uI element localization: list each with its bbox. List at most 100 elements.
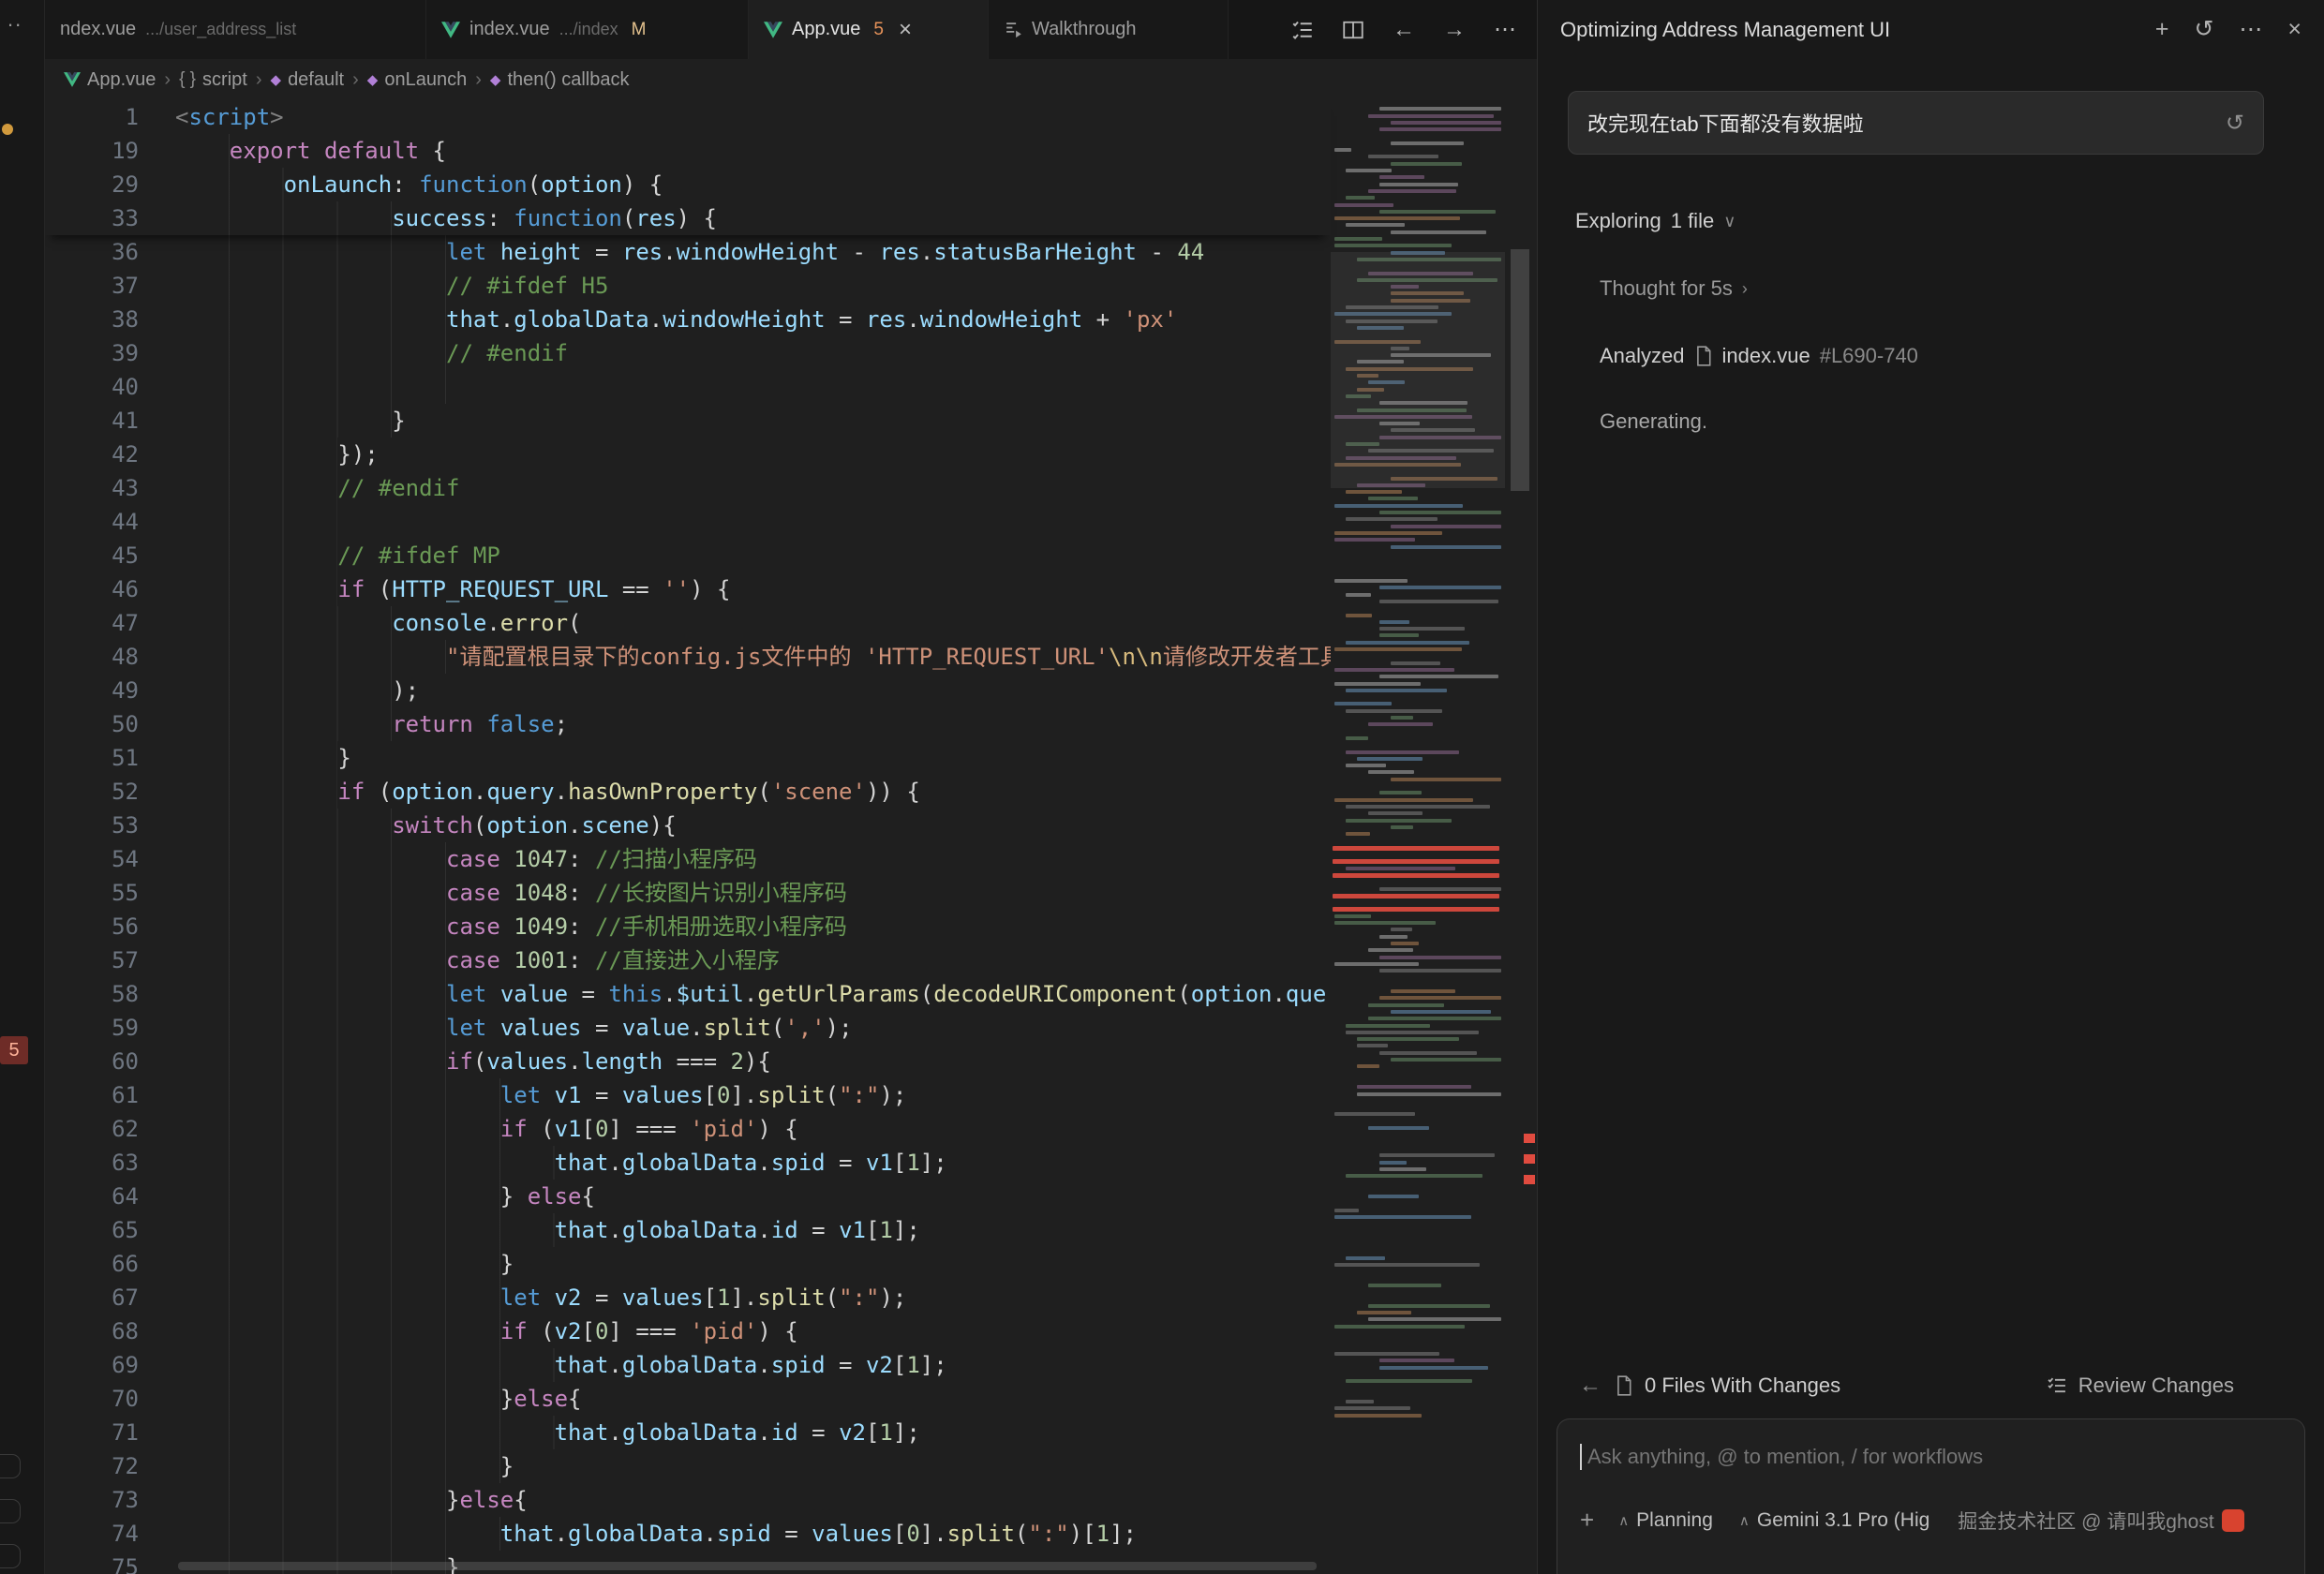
mode-selector[interactable]: ∧ Planning — [1618, 1509, 1713, 1532]
navigate-back-icon[interactable]: ← — [1393, 17, 1415, 43]
minimap-line — [1346, 819, 1452, 823]
minimap-line — [1346, 641, 1469, 645]
code-line[interactable]: 58let value = this.$util.getUrlParams(de… — [45, 977, 1331, 1011]
code-line[interactable]: 55case 1048: //长按图片识别小程序码 — [45, 876, 1331, 910]
code-line[interactable]: 61let v1 = values[0].split(":"); — [45, 1078, 1331, 1112]
code-line[interactable]: 29onLaunch: function(option) { — [45, 168, 1331, 201]
chat-input-box[interactable]: Ask anything, @ to mention, / for workfl… — [1557, 1418, 2305, 1574]
minimap-line — [1334, 668, 1454, 672]
minimap-line — [1357, 1044, 1388, 1047]
code-line[interactable]: 49); — [45, 674, 1331, 707]
code-line[interactable]: 47console.error( — [45, 606, 1331, 640]
code-line[interactable]: 1<script> — [45, 100, 1331, 134]
new-chat-icon[interactable]: + — [2155, 18, 2169, 41]
code-line[interactable]: 51} — [45, 741, 1331, 775]
breadcrumb-default[interactable]: ◆ default — [271, 69, 345, 91]
code-line[interactable]: 57case 1001: //直接进入小程序 — [45, 943, 1331, 977]
code-viewport[interactable]: 36let height = res.windowHeight - res.st… — [45, 235, 1331, 1574]
code-line[interactable]: 74that.globalData.spid = values[0].split… — [45, 1517, 1331, 1551]
line-number: 73 — [45, 1483, 139, 1517]
vertical-scrollbar[interactable] — [1511, 249, 1529, 491]
code-line[interactable]: 40 — [45, 370, 1331, 404]
code-line[interactable]: 64} else{ — [45, 1180, 1331, 1213]
navigate-forward-icon[interactable]: → — [1443, 17, 1466, 43]
symbol-method-icon: ◆ — [367, 71, 379, 88]
horizontal-scrollbar[interactable] — [178, 1562, 1317, 1570]
breadcrumb-file[interactable]: App.vue — [64, 69, 156, 91]
files-with-changes-label: 0 Files With Changes — [1645, 1374, 1840, 1398]
split-editor-icon[interactable] — [1342, 19, 1364, 41]
user-message[interactable]: 改完现在tab下面都没有数据啦 ↺ — [1568, 91, 2264, 155]
minimap[interactable] — [1331, 100, 1505, 1574]
minimap-line — [1334, 921, 1436, 925]
code-line[interactable]: 67let v2 = values[1].split(":"); — [45, 1281, 1331, 1314]
code-line[interactable]: 56case 1049: //手机相册选取小程序码 — [45, 910, 1331, 943]
code-line[interactable]: 37// #ifdef H5 — [45, 269, 1331, 303]
more-actions-icon[interactable]: ⋯ — [1494, 16, 1516, 43]
code-line[interactable]: 45// #ifdef MP — [45, 539, 1331, 572]
code-editor[interactable]: 36let height = res.windowHeight - res.st… — [45, 100, 1537, 1574]
code-line[interactable]: 62if (v1[0] === 'pid') { — [45, 1112, 1331, 1146]
code-line[interactable]: 59let values = value.split(','); — [45, 1011, 1331, 1045]
more-options-icon[interactable]: ⋯ — [2239, 18, 2262, 41]
code-line[interactable]: 70}else{ — [45, 1382, 1331, 1416]
exploring-section[interactable]: Exploring 1 file ∨ — [1575, 209, 2324, 233]
code-line[interactable]: 41} — [45, 404, 1331, 438]
code-line[interactable]: 46if (HTTP_REQUEST_URL == '') { — [45, 572, 1331, 606]
code-line[interactable]: 71that.globalData.id = v2[1]; — [45, 1416, 1331, 1449]
minimap-slider[interactable] — [1331, 252, 1505, 488]
close-tab-icon[interactable]: × — [899, 19, 912, 41]
line-number: 72 — [45, 1449, 139, 1483]
line-number: 60 — [45, 1045, 139, 1078]
checklist-icon[interactable] — [1291, 19, 1314, 41]
code-line[interactable]: 66} — [45, 1247, 1331, 1281]
attach-context-icon[interactable]: + — [1580, 1506, 1594, 1535]
tab-index-vue[interactable]: index.vue .../index M — [426, 0, 749, 59]
tab-walkthrough[interactable]: Walkthrough — [989, 0, 1229, 59]
code-line[interactable]: 63that.globalData.spid = v1[1]; — [45, 1146, 1331, 1180]
minimap-line — [1333, 894, 1499, 898]
code-line[interactable]: 36let height = res.windowHeight - res.st… — [45, 235, 1331, 269]
minimap-line — [1346, 1256, 1385, 1260]
minimap-line — [1346, 593, 1371, 597]
code-line[interactable]: 33success: function(res) { — [45, 201, 1331, 235]
history-icon[interactable]: ↺ — [2194, 18, 2213, 41]
previous-change-icon[interactable]: ← — [1579, 1373, 1601, 1399]
code-line[interactable]: 69that.globalData.spid = v2[1]; — [45, 1348, 1331, 1382]
code-line[interactable]: 39// #endif — [45, 336, 1331, 370]
close-panel-icon[interactable]: × — [2287, 18, 2302, 41]
breadcrumb-onlaunch[interactable]: ◆ onLaunch — [367, 69, 467, 91]
restore-checkpoint-icon[interactable]: ↺ — [2226, 110, 2244, 137]
minimap-line — [1368, 155, 1438, 158]
analyzed-file[interactable]: index.vue — [1722, 344, 1810, 368]
line-number: 47 — [45, 606, 139, 640]
code-line[interactable]: 73}else{ — [45, 1483, 1331, 1517]
code-line[interactable]: 60if(values.length === 2){ — [45, 1045, 1331, 1078]
code-line[interactable]: 52if (option.query.hasOwnProperty('scene… — [45, 775, 1331, 809]
code-line[interactable]: 65that.globalData.id = v1[1]; — [45, 1213, 1331, 1247]
breadcrumb-callback[interactable]: ◆ then() callback — [490, 69, 630, 91]
breadcrumb-script[interactable]: { } script — [179, 69, 247, 91]
analyzed-row[interactable]: Analyzed index.vue #L690-740 — [1600, 344, 2324, 368]
minimap-line — [1334, 798, 1473, 802]
code-line[interactable]: 38that.globalData.windowHeight = res.win… — [45, 303, 1331, 336]
review-changes-button[interactable]: Review Changes — [2047, 1374, 2234, 1398]
code-line[interactable]: 72} — [45, 1449, 1331, 1483]
strip-overflow-dots[interactable]: .. — [7, 7, 22, 32]
code-line[interactable]: 48"请配置根目录下的config.js文件中的 'HTTP_REQUEST_U… — [45, 640, 1331, 674]
thought-section[interactable]: Thought for 5s › — [1600, 276, 2324, 301]
tab-app-vue-active[interactable]: App.vue 5 × — [749, 0, 989, 59]
code-line[interactable]: 43// #endif — [45, 471, 1331, 505]
code-line[interactable]: 19export default { — [45, 134, 1331, 168]
code-line[interactable]: 53switch(option.scene){ — [45, 809, 1331, 842]
model-selector[interactable]: ∧ Gemini 3.1 Pro (Hig — [1739, 1509, 1929, 1532]
tab-user-address-list[interactable]: ndex.vue .../user_address_list — [45, 0, 426, 59]
code-line[interactable]: 54case 1047: //扫描小程序码 — [45, 842, 1331, 876]
code-line[interactable]: 50return false; — [45, 707, 1331, 741]
line-number: 65 — [45, 1213, 139, 1247]
line-number: 38 — [45, 303, 139, 336]
code-line[interactable]: 68if (v2[0] === 'pid') { — [45, 1314, 1331, 1348]
code-line[interactable]: 44 — [45, 505, 1331, 539]
minimap-line — [1357, 1085, 1471, 1089]
code-line[interactable]: 42}); — [45, 438, 1331, 471]
